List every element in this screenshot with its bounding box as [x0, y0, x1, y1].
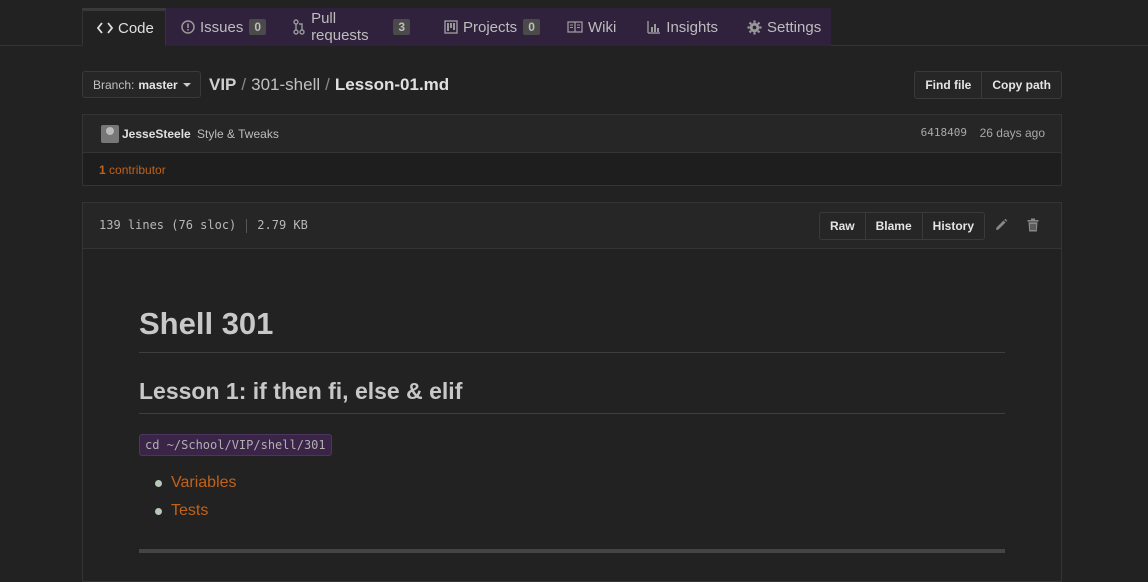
copy-path-button[interactable]: Copy path: [982, 71, 1062, 99]
link-variables[interactable]: Variables: [171, 474, 237, 491]
tab-label: Insights: [666, 18, 718, 36]
graph-icon: [646, 19, 661, 35]
horizontal-rule: [139, 549, 1005, 553]
branch-prefix: Branch:: [93, 77, 135, 92]
link-tests[interactable]: Tests: [171, 502, 208, 519]
find-file-button[interactable]: Find file: [914, 71, 983, 99]
tab-label: Issues: [200, 18, 244, 36]
gear-icon: [747, 19, 762, 35]
commit-message[interactable]: Style & Tweaks: [197, 127, 279, 141]
book-icon: [567, 19, 583, 35]
commit-time: 26 days ago: [979, 126, 1045, 140]
file-nav-buttons: Find file Copy path: [914, 71, 1062, 99]
list-item[interactable]: Tests: [155, 497, 1005, 525]
blame-button[interactable]: Blame: [865, 212, 923, 240]
tab-label: Projects: [463, 18, 518, 36]
raw-button[interactable]: Raw: [818, 212, 866, 240]
issue-icon: [181, 19, 195, 35]
code-snippet: cd ~/School/VIP/shell/301: [139, 434, 332, 456]
tab-label: Settings: [767, 18, 822, 36]
breadcrumb-file: Lesson-01.md: [334, 75, 450, 94]
commit-sha[interactable]: 6418409: [921, 126, 967, 139]
readme-content: Shell 301 Lesson 1: if then fi, else & e…: [139, 248, 1005, 553]
tab-settings[interactable]: Settings: [733, 8, 831, 46]
file-lines: 139 lines (76 sloc): [99, 218, 237, 232]
contributors-label: contributor: [109, 163, 166, 177]
trash-icon[interactable]: [1025, 217, 1041, 233]
file-actions: Raw Blame History: [818, 212, 985, 240]
tab-pull-requests[interactable]: Pull requests 3: [278, 8, 424, 46]
breadcrumb: VIP/301-shell / Lesson-01.md: [209, 75, 449, 95]
list-item[interactable]: Variables: [155, 469, 1005, 497]
code-icon: [97, 20, 113, 36]
project-icon: [444, 19, 458, 35]
history-button[interactable]: History: [922, 212, 985, 240]
file-viewer: 139 lines (76 sloc) 2.79 KB Raw Blame His…: [82, 202, 1062, 582]
commit-author[interactable]: JesseSteele: [122, 127, 191, 141]
projects-counter: 0: [523, 19, 540, 35]
heading-2: Lesson 1: if then fi, else & elif: [139, 376, 1005, 414]
repo-nav: Code Issues 0 Pull requests 3 Projects 0…: [0, 0, 1148, 46]
breadcrumb-separator: /: [325, 75, 330, 94]
file-header: 139 lines (76 sloc) 2.79 KB Raw Blame His…: [83, 203, 1061, 249]
tab-label: Pull requests: [311, 10, 369, 44]
contributors-link[interactable]: 1 contributor: [99, 163, 166, 177]
breadcrumb-repo[interactable]: VIP: [209, 75, 236, 94]
tab-insights[interactable]: Insights: [632, 8, 732, 46]
caret-down-icon: [182, 82, 191, 87]
breadcrumb-dir[interactable]: 301-shell: [251, 75, 320, 94]
pull-requests-counter: 3: [393, 19, 410, 35]
file-info: 139 lines (76 sloc) 2.79 KB: [99, 218, 308, 233]
issues-counter: 0: [249, 19, 267, 35]
tab-issues[interactable]: Issues 0: [167, 8, 277, 46]
tab-wiki[interactable]: Wiki: [553, 8, 631, 46]
contributors-count: 1: [99, 163, 106, 177]
commit-tease: JesseSteele Style & Tweaks 6418409 26 da…: [82, 114, 1062, 186]
avatar[interactable]: [101, 125, 119, 143]
branch-name: master: [138, 77, 178, 92]
pencil-icon[interactable]: [993, 217, 1009, 233]
info-divider: [246, 218, 248, 233]
file-size: 2.79 KB: [257, 218, 308, 232]
commit-header: JesseSteele Style & Tweaks 6418409 26 da…: [83, 115, 1061, 153]
tab-label: Wiki: [588, 18, 617, 36]
link-list: Variables Tests: [139, 469, 1005, 525]
tab-code[interactable]: Code: [82, 8, 166, 46]
tab-label: Code: [118, 19, 154, 37]
branch-selector[interactable]: Branch: master: [82, 71, 201, 98]
breadcrumb-separator: /: [241, 75, 247, 94]
heading-1: Shell 301: [139, 306, 1005, 353]
pull-request-icon: [292, 19, 306, 35]
tab-projects[interactable]: Projects 0: [430, 8, 552, 46]
